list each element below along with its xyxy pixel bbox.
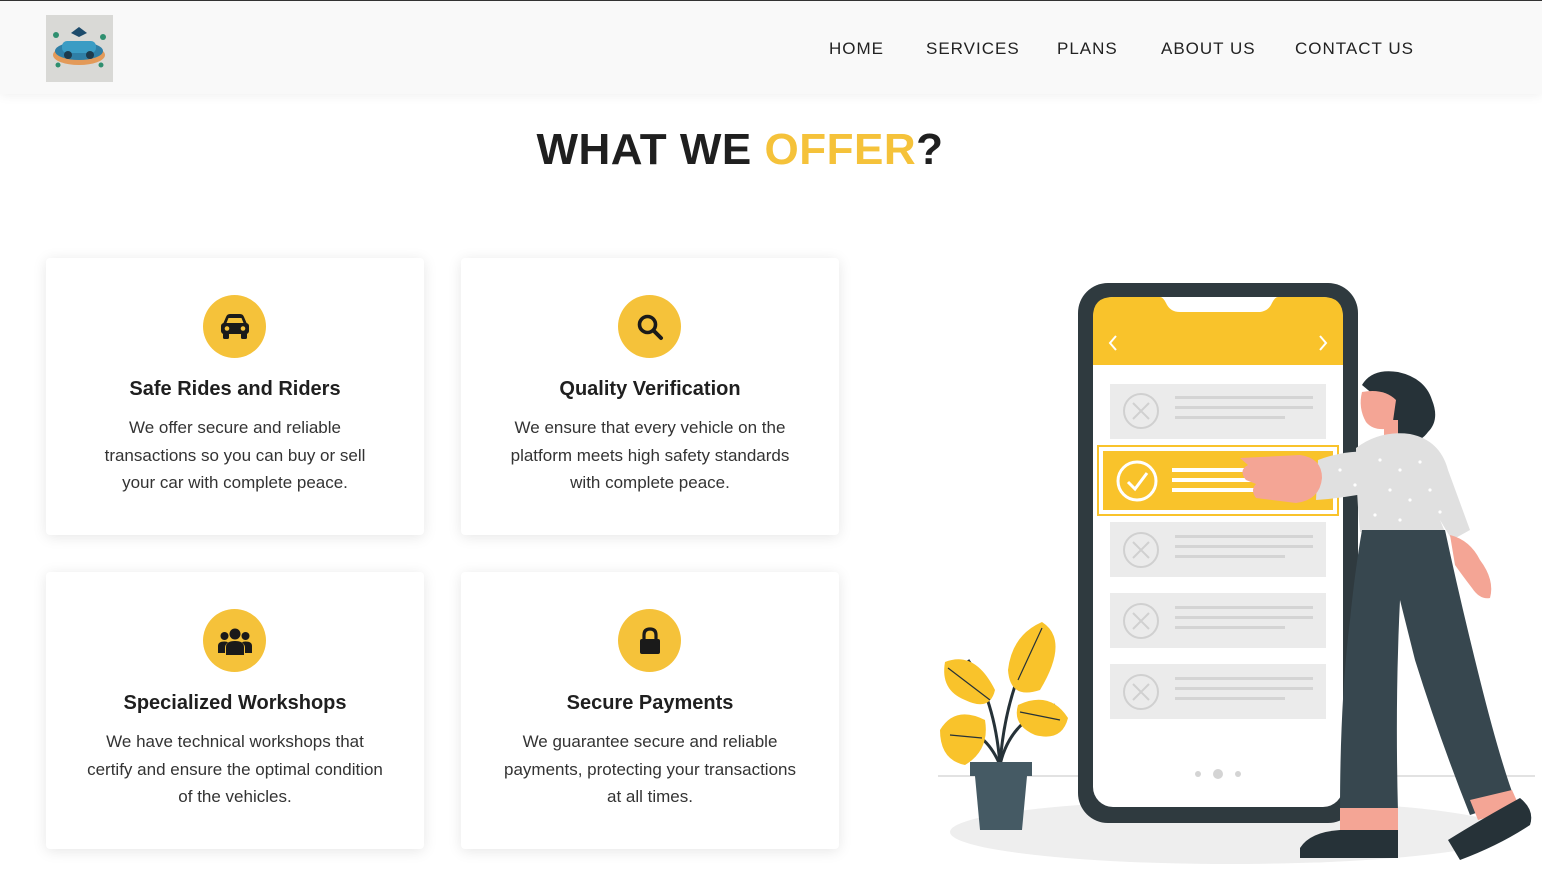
card-title: Specialized Workshops xyxy=(123,692,347,714)
section-title-part1: WHAT WE xyxy=(536,125,765,174)
navbar: HOME SERVICES PLANS ABOUT US CONTACT US xyxy=(0,0,1542,94)
section-title: WHAT WE OFFER? xyxy=(0,124,1480,176)
service-card: Safe Rides and Riders We offer secure an… xyxy=(46,258,424,535)
card-title: Quality Verification xyxy=(559,378,741,400)
service-card: Quality Verification We ensure that ever… xyxy=(461,258,839,535)
nav-home[interactable]: HOME xyxy=(829,38,884,60)
nav-about-us[interactable]: ABOUT US xyxy=(1161,38,1256,60)
search-icon xyxy=(618,295,681,358)
phone-mockup xyxy=(1078,283,1358,823)
card-description: We have technical workshops that certify… xyxy=(87,732,383,806)
nav-plans[interactable]: PLANS xyxy=(1057,38,1118,60)
service-card: Secure Payments We guarantee secure and … xyxy=(461,572,839,849)
car-icon xyxy=(203,295,266,358)
phone-illustration xyxy=(930,270,1542,872)
lock-icon xyxy=(618,609,681,672)
card-description: We offer secure and reliable transaction… xyxy=(104,418,366,492)
card-title: Secure Payments xyxy=(566,692,734,714)
nav-contact-us[interactable]: CONTACT US xyxy=(1295,38,1414,60)
section-title-accent: OFFER xyxy=(764,125,917,174)
nav-services[interactable]: SERVICES xyxy=(926,38,1020,60)
service-card: Specialized Workshops We have technical … xyxy=(46,572,424,849)
card-title: Safe Rides and Riders xyxy=(129,378,341,400)
card-description: We guarantee secure and reliable payment… xyxy=(504,732,796,806)
section-title-part2: ? xyxy=(916,125,944,174)
main-nav: HOME SERVICES PLANS ABOUT US CONTACT US xyxy=(0,38,1542,60)
users-icon xyxy=(203,609,266,672)
illustration-art xyxy=(938,283,1535,864)
card-description: We ensure that every vehicle on the plat… xyxy=(510,418,790,492)
plant-icon xyxy=(940,622,1068,830)
